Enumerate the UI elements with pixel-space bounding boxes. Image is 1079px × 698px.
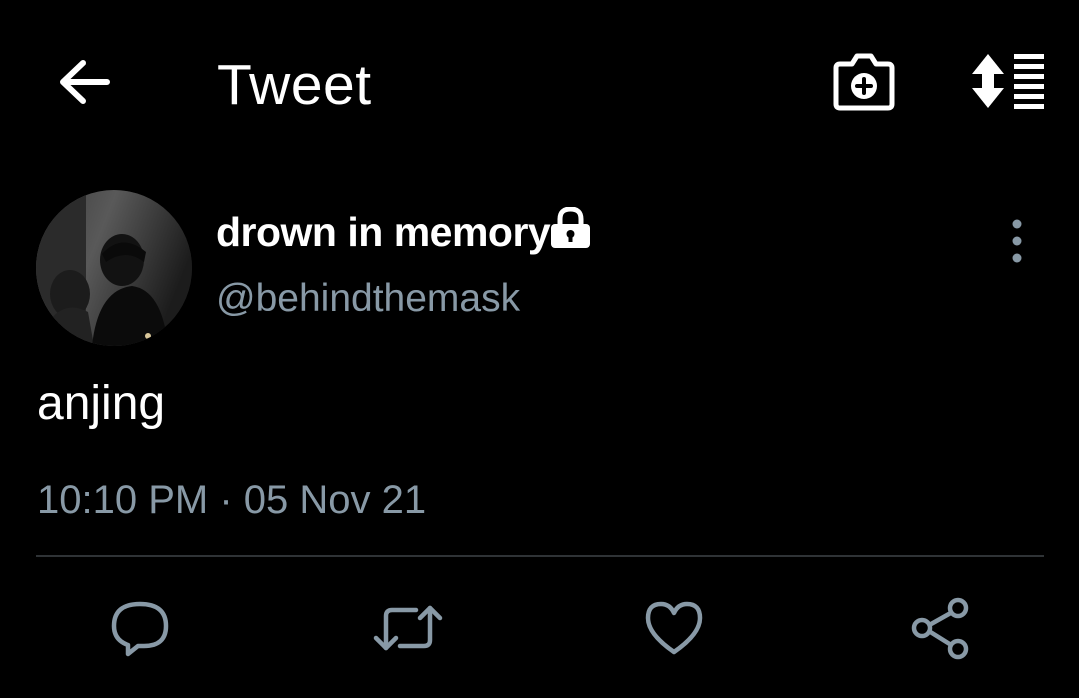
top-bar: Tweet (0, 0, 1079, 165)
page-title: Tweet (217, 53, 372, 117)
camera-button[interactable] (832, 52, 896, 112)
like-button[interactable] (642, 596, 706, 660)
retweet-icon (373, 605, 443, 651)
reply-icon (111, 601, 169, 657)
sort-list-icon (972, 54, 1044, 109)
reply-button[interactable] (108, 596, 172, 660)
heart-icon (645, 601, 703, 655)
divider (36, 555, 1044, 557)
more-options-button[interactable] (1000, 218, 1034, 264)
profile-photo (36, 190, 192, 346)
tweet-timestamp: 10:10 PM · 05 Nov 21 (37, 478, 427, 522)
retweet-button[interactable] (372, 596, 444, 660)
camera-plus-icon (833, 53, 895, 111)
arrow-left-icon (60, 60, 110, 104)
back-button[interactable] (55, 55, 113, 109)
display-name[interactable]: drown in memory (216, 206, 551, 258)
tweet-text: anjing (37, 377, 166, 430)
user-handle[interactable]: @behindthemask (216, 274, 520, 324)
sort-button[interactable] (968, 52, 1046, 110)
share-button[interactable] (908, 596, 972, 660)
avatar[interactable] (36, 190, 192, 346)
more-vertical-icon (1012, 219, 1022, 263)
protected-lock-icon (549, 207, 592, 249)
share-icon (911, 597, 969, 660)
